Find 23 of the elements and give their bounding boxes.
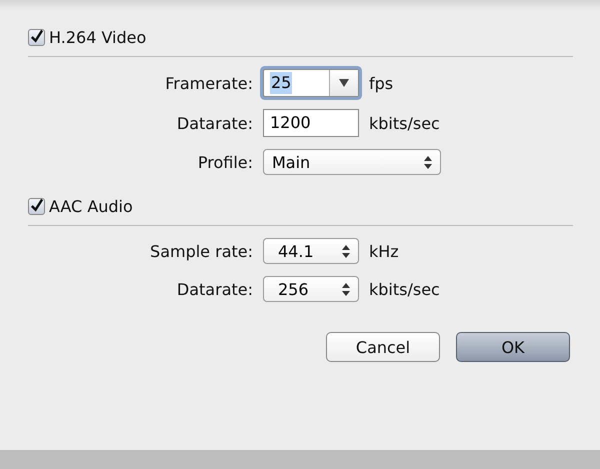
popup-button[interactable]: 256 <box>263 276 359 302</box>
field-label: Profile: <box>198 152 253 172</box>
cancel-button[interactable]: Cancel <box>326 332 440 362</box>
checkbox[interactable] <box>28 198 45 214</box>
unit-label: fps <box>369 74 394 92</box>
field-label: Framerate: <box>165 74 253 92</box>
up-down-arrows-icon <box>424 156 432 168</box>
popup-button[interactable]: 44.1 <box>263 238 359 264</box>
section-title: H.264 Video <box>49 28 146 46</box>
unit-label: kbits/sec <box>369 114 440 132</box>
checkbox[interactable] <box>28 28 45 46</box>
popup-button[interactable]: Main <box>263 149 441 175</box>
unit-label: kHz <box>369 242 399 260</box>
framerate-combo-box[interactable]: 25 <box>263 69 359 97</box>
field-label: Sample rate: <box>150 242 253 260</box>
ok-button[interactable]: OK <box>456 332 570 362</box>
input-field[interactable]: 1200 <box>263 109 359 137</box>
up-down-arrows-icon <box>342 282 350 296</box>
section-title: AAC Audio <box>49 196 133 216</box>
field-label: Datarate: <box>176 114 253 132</box>
unit-label: kbits/sec <box>369 280 440 298</box>
up-down-arrows-icon <box>342 244 350 258</box>
field-label: Datarate: <box>176 280 253 298</box>
